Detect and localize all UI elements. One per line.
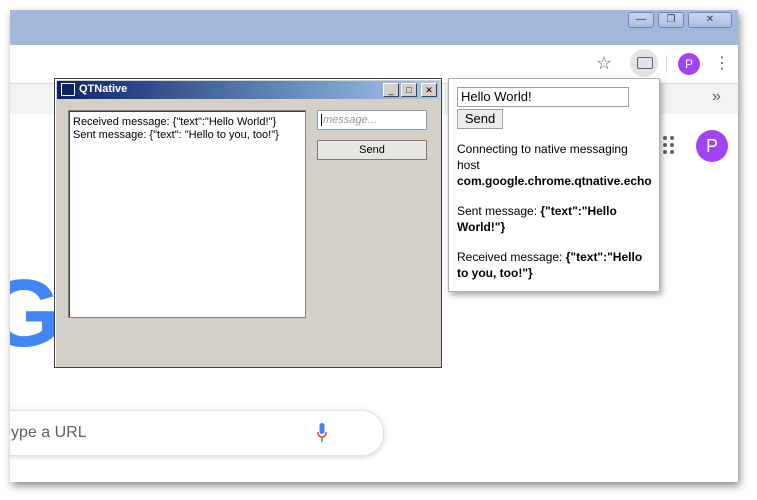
message-placeholder: message... — [323, 114, 377, 126]
message-input[interactable]: message... — [317, 110, 427, 130]
profile-avatar[interactable]: P — [696, 130, 728, 162]
search-placeholder: ype a URL — [11, 424, 87, 441]
received-status: Received message: {"text":"Hello to you,… — [457, 250, 643, 280]
microphone-icon[interactable] — [317, 423, 327, 443]
extension-icon[interactable] — [630, 49, 658, 77]
popup-send-button[interactable]: Send — [457, 109, 503, 129]
qtnative-titlebar[interactable]: QTNative _ □ ✕ — [57, 81, 439, 99]
host-name: com.google.chrome.qtnative.echo — [457, 174, 652, 188]
toolbar-divider — [666, 55, 667, 73]
search-box[interactable]: ype a URL — [10, 410, 384, 456]
minimize-button[interactable]: — — [628, 12, 654, 28]
window-titlebar: — ❐ ✕ — [10, 10, 738, 45]
bookmarks-overflow-icon[interactable]: » — [712, 88, 721, 106]
profile-avatar-small[interactable]: P — [678, 53, 700, 75]
restore-button[interactable]: ❐ — [658, 12, 684, 28]
log-line: Sent message: {"text": "Hello to you, to… — [73, 129, 279, 141]
connect-status: Connecting to native messaging host com.g… — [457, 142, 652, 188]
qt-maximize-button[interactable]: □ — [401, 83, 417, 97]
log-line: Received message: {"text":"Hello World!"… — [73, 116, 277, 128]
chat-bubble-icon — [637, 57, 653, 69]
app-icon — [61, 83, 75, 96]
bookmark-star-icon[interactable]: ☆ — [596, 53, 612, 74]
qt-window-controls: _ □ ✕ — [383, 83, 437, 97]
extension-popup: Hello World! Send Connecting to native m… — [448, 78, 660, 292]
close-button[interactable]: ✕ — [688, 12, 732, 28]
sent-status: Sent message: {"text":"Hello World!"} — [457, 204, 617, 234]
popup-log: Connecting to native messaging host com.g… — [457, 141, 653, 295]
qt-minimize-button[interactable]: _ — [383, 83, 399, 97]
qtnative-title: QTNative — [79, 83, 128, 95]
window-controls: — ❐ ✕ — [628, 12, 732, 28]
popup-message-input[interactable]: Hello World! — [457, 87, 629, 107]
qtnative-window: QTNative _ □ ✕ Received message: {"text"… — [54, 78, 442, 368]
qt-send-button[interactable]: Send — [317, 140, 427, 160]
message-log[interactable]: Received message: {"text":"Hello World!"… — [68, 110, 306, 318]
more-vert-icon[interactable]: ⋮ — [714, 53, 730, 73]
qt-close-button[interactable]: ✕ — [421, 83, 437, 97]
